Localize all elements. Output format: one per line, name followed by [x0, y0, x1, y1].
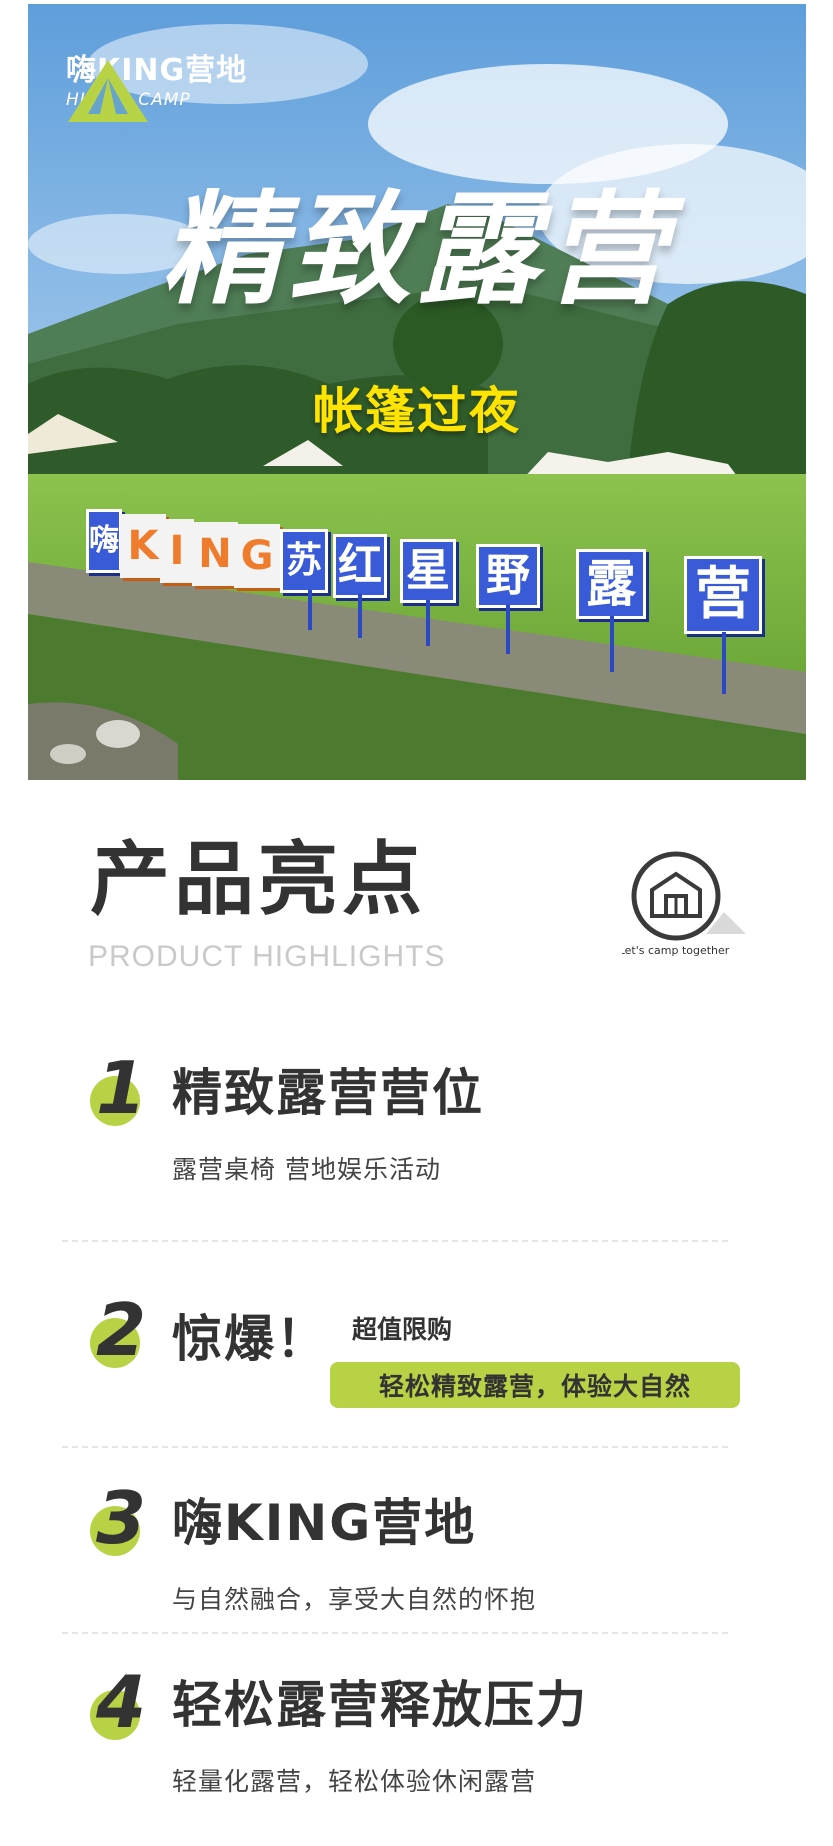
brand-logo: 嗨KING营地 HIKING CAMP	[66, 56, 247, 122]
hero-subtitle: 帐篷过夜	[313, 382, 521, 440]
sign-letter: 红	[333, 534, 387, 598]
number-badge: 2	[90, 1294, 154, 1368]
item-number: 4	[96, 1660, 147, 1744]
divider	[62, 1446, 728, 1448]
sign-letter: I	[160, 519, 194, 583]
section-title: 产品亮点	[90, 833, 426, 926]
sign-letter: 野	[476, 544, 540, 608]
item-title: 轻松露营释放压力	[172, 1676, 588, 1734]
highlight-pill: 轻松精致露营，体验大自然	[330, 1362, 740, 1408]
item-number: 3	[96, 1476, 147, 1560]
badge-caption: Let's camp together	[622, 944, 730, 957]
item-number: 1	[96, 1046, 147, 1130]
sign-letter: G	[234, 524, 280, 588]
sign-letter: N	[192, 522, 238, 586]
item-title: 精致露营营位	[172, 1064, 484, 1122]
highlight-item: 1 精致露营营位 露营桌椅 营地娱乐活动	[90, 1052, 740, 1184]
highlight-item: 3 嗨KING营地 与自然融合，享受大自然的怀抱	[90, 1482, 740, 1614]
item-desc: 露营桌椅 营地娱乐活动	[172, 1155, 441, 1184]
item-title: 惊爆！	[172, 1310, 328, 1368]
sign-letter: 嗨	[86, 509, 122, 573]
item-desc: 轻量化露营，轻松体验休闲露营	[172, 1767, 537, 1796]
sign-letter: 露	[576, 549, 646, 619]
sign-letter: 星	[400, 539, 456, 603]
number-badge: 1	[90, 1052, 154, 1126]
item-title: 嗨KING营地	[172, 1494, 477, 1552]
tent-logo-icon	[68, 60, 148, 122]
highlight-item: 4 轻松露营释放压力 轻量化露营，轻松体验休闲露营	[90, 1666, 740, 1796]
hero-banner: 嗨KING营地 HIKING CAMP 精致露营 帐篷过夜 嗨 K I N G …	[28, 4, 806, 780]
number-badge: 4	[90, 1666, 154, 1740]
divider	[62, 1632, 728, 1634]
item-number: 2	[96, 1288, 147, 1372]
sign-letter: 营	[684, 556, 762, 634]
item-desc: 与自然融合，享受大自然的怀抱	[172, 1585, 537, 1614]
hero-title: 精致露营	[161, 179, 673, 321]
item-tag: 超值限购	[352, 1315, 453, 1344]
section-subtitle: PRODUCT HIGHLIGHTS	[88, 940, 446, 973]
divider	[62, 1240, 728, 1242]
camp-badge-icon: Let's camp together	[622, 851, 746, 957]
number-badge: 3	[90, 1482, 154, 1556]
sign-letter: 苏	[280, 529, 328, 593]
